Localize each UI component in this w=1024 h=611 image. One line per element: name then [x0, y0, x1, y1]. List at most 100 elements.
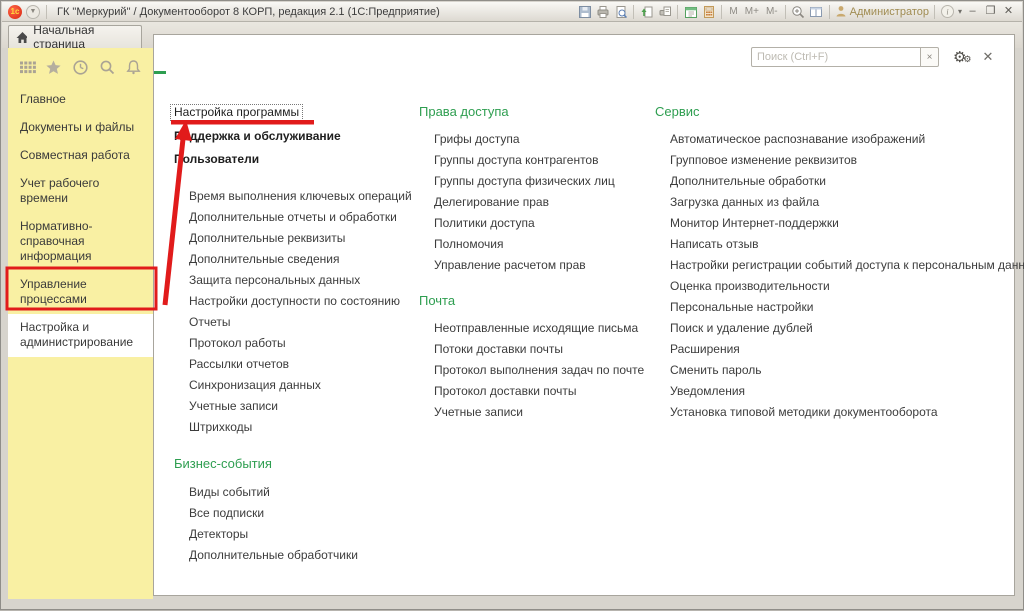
panel-close-icon[interactable]: ✕: [982, 49, 993, 65]
settings-link[interactable]: Монитор Интернет-поддержки: [670, 213, 1015, 234]
settings-link[interactable]: Отчеты: [189, 312, 409, 333]
current-user[interactable]: Администратор: [835, 5, 929, 18]
settings-link[interactable]: Протокол доставки почты: [434, 381, 649, 402]
settings-link[interactable]: Дополнительные сведения: [189, 249, 409, 270]
divider: [46, 5, 47, 19]
settings-link[interactable]: Детекторы: [189, 524, 409, 545]
quick-print-icon[interactable]: [657, 4, 672, 19]
settings-link[interactable]: Грифы доступа: [434, 129, 649, 150]
settings-link[interactable]: Рассылки отчетов: [189, 354, 409, 375]
all-functions-icon[interactable]: [19, 59, 36, 76]
settings-link[interactable]: Персональные настройки: [670, 297, 1015, 318]
save-icon[interactable]: [577, 4, 592, 19]
settings-link[interactable]: Протокол работы: [189, 333, 409, 354]
settings-link[interactable]: Учетные записи: [189, 396, 409, 417]
settings-link[interactable]: Все подписки: [189, 503, 409, 524]
settings-link[interactable]: Поиск и удаление дублей: [670, 318, 1015, 339]
titlebar: 1с ▼ ГК "Меркурий" / Документооборот 8 К…: [2, 2, 1022, 22]
settings-link[interactable]: Группы доступа физических лиц: [434, 171, 649, 192]
settings-link[interactable]: Управление расчетом прав: [434, 255, 649, 276]
svg-text:i: i: [946, 8, 948, 17]
settings-link[interactable]: Делегирование прав: [434, 192, 649, 213]
settings-link[interactable]: Автоматическое распознавание изображений: [670, 129, 1015, 150]
gear-icon[interactable]: ⚙⚙: [953, 50, 966, 65]
sidebar-item-timesheets[interactable]: Учет рабочего времени: [8, 170, 153, 213]
settings-link[interactable]: Дополнительные обработчики: [189, 545, 409, 566]
settings-link[interactable]: Потоки доставки почты: [434, 339, 649, 360]
window-title: ГК "Меркурий" / Документооборот 8 КОРП, …: [57, 6, 440, 18]
settings-link[interactable]: Сменить пароль: [670, 360, 1015, 381]
memory-m-plus-button[interactable]: M+: [743, 6, 761, 17]
tab-home-label: Начальная страница: [33, 23, 134, 51]
active-form-indicator: [154, 71, 166, 74]
sidebar-nav: Главное Документы и файлы Совместная раб…: [8, 86, 153, 357]
main-menu-button[interactable]: ▼: [26, 5, 40, 19]
sidebar-item-process-management[interactable]: Управление процессами: [8, 271, 153, 314]
favorites-star-icon[interactable]: [45, 59, 62, 76]
divider: [677, 5, 678, 19]
memory-m-minus-button[interactable]: M-: [764, 6, 780, 17]
settings-link[interactable]: Виды событий: [189, 482, 409, 503]
settings-link[interactable]: Протокол выполнения задач по почте: [434, 360, 649, 381]
sidebar-item-collaboration[interactable]: Совместная работа: [8, 142, 153, 170]
settings-link[interactable]: Политики доступа: [434, 213, 649, 234]
sidebar-item-settings-administration[interactable]: Настройка и администрирование: [8, 314, 153, 357]
link-program-settings[interactable]: Настройка программы: [170, 104, 303, 121]
settings-link[interactable]: Дополнительные обработки: [670, 171, 1015, 192]
info-icon[interactable]: i: [940, 4, 955, 19]
mail-links: Неотправленные исходящие письмаПотоки до…: [434, 318, 649, 423]
calculator-icon[interactable]: [701, 4, 716, 19]
settings-link[interactable]: Дополнительные отчеты и обработки: [189, 207, 409, 228]
settings-link[interactable]: Расширения: [670, 339, 1015, 360]
app-window: 1с ▼ ГК "Меркурий" / Документооборот 8 К…: [0, 0, 1024, 610]
link-users[interactable]: Пользователи: [174, 152, 409, 167]
zoom-icon[interactable]: [791, 4, 806, 19]
minimize-button[interactable]: –: [965, 4, 980, 19]
titlebar-toolbar: M M+ M- Администратор i ▾ – ❐ ✕: [577, 4, 1016, 19]
settings-link[interactable]: Оценка производительности: [670, 276, 1015, 297]
settings-link[interactable]: Синхронизация данных: [189, 375, 409, 396]
settings-link[interactable]: Полномочия: [434, 234, 649, 255]
export-document-icon[interactable]: [639, 4, 654, 19]
settings-link[interactable]: Время выполнения ключевых операций: [189, 186, 409, 207]
close-button[interactable]: ✕: [1001, 4, 1016, 19]
link-support-maintenance[interactable]: Поддержка и обслуживание: [174, 129, 409, 144]
user-icon: [835, 5, 847, 18]
access-rights-links: Грифы доступаГруппы доступа контрагентов…: [434, 129, 649, 276]
settings-link[interactable]: Дополнительные реквизиты: [189, 228, 409, 249]
calendar-icon[interactable]: [683, 4, 698, 19]
search-clear-button[interactable]: ×: [921, 47, 939, 67]
settings-link[interactable]: Написать отзыв: [670, 234, 1015, 255]
home-icon: [16, 31, 27, 44]
settings-link[interactable]: Учетные записи: [434, 402, 649, 423]
sidebar: Главное Документы и файлы Совместная раб…: [8, 48, 153, 599]
tab-home[interactable]: Начальная страница: [8, 25, 142, 48]
notifications-bell-icon[interactable]: [125, 59, 142, 76]
settings-link[interactable]: Штрихкоды: [189, 417, 409, 438]
settings-link[interactable]: Уведомления: [670, 381, 1015, 402]
chevron-down-icon[interactable]: ▾: [958, 7, 962, 16]
sidebar-item-main[interactable]: Главное: [8, 86, 153, 114]
memory-m-button[interactable]: M: [727, 6, 739, 17]
section-header-mail: Почта: [419, 292, 649, 309]
settings-panel: × ⚙⚙ ✕ Настройка программы Поддержка и о…: [153, 34, 1015, 596]
search-icon[interactable]: [99, 59, 116, 76]
divider: [934, 5, 935, 19]
service-links: Автоматическое распознавание изображений…: [670, 129, 1015, 423]
history-clock-icon[interactable]: [72, 59, 89, 76]
settings-link[interactable]: Групповое изменение реквизитов: [670, 150, 1015, 171]
settings-link[interactable]: Группы доступа контрагентов: [434, 150, 649, 171]
maximize-button[interactable]: ❐: [983, 4, 998, 19]
settings-link[interactable]: Защита персональных данных: [189, 270, 409, 291]
settings-link[interactable]: Установка типовой методики документообор…: [670, 402, 1015, 423]
print-icon[interactable]: [595, 4, 610, 19]
settings-link[interactable]: Загрузка данных из файла: [670, 192, 1015, 213]
search-input[interactable]: [751, 47, 921, 67]
print-preview-icon[interactable]: [613, 4, 628, 19]
settings-link[interactable]: Неотправленные исходящие письма: [434, 318, 649, 339]
settings-link[interactable]: Настройки доступности по состоянию: [189, 291, 409, 312]
sidebar-item-documents[interactable]: Документы и файлы: [8, 114, 153, 142]
sidebar-item-reference-info[interactable]: Нормативно-справочная информация: [8, 213, 153, 271]
settings-link[interactable]: Настройки регистрации событий доступа к …: [670, 255, 1015, 276]
split-view-icon[interactable]: [809, 4, 824, 19]
